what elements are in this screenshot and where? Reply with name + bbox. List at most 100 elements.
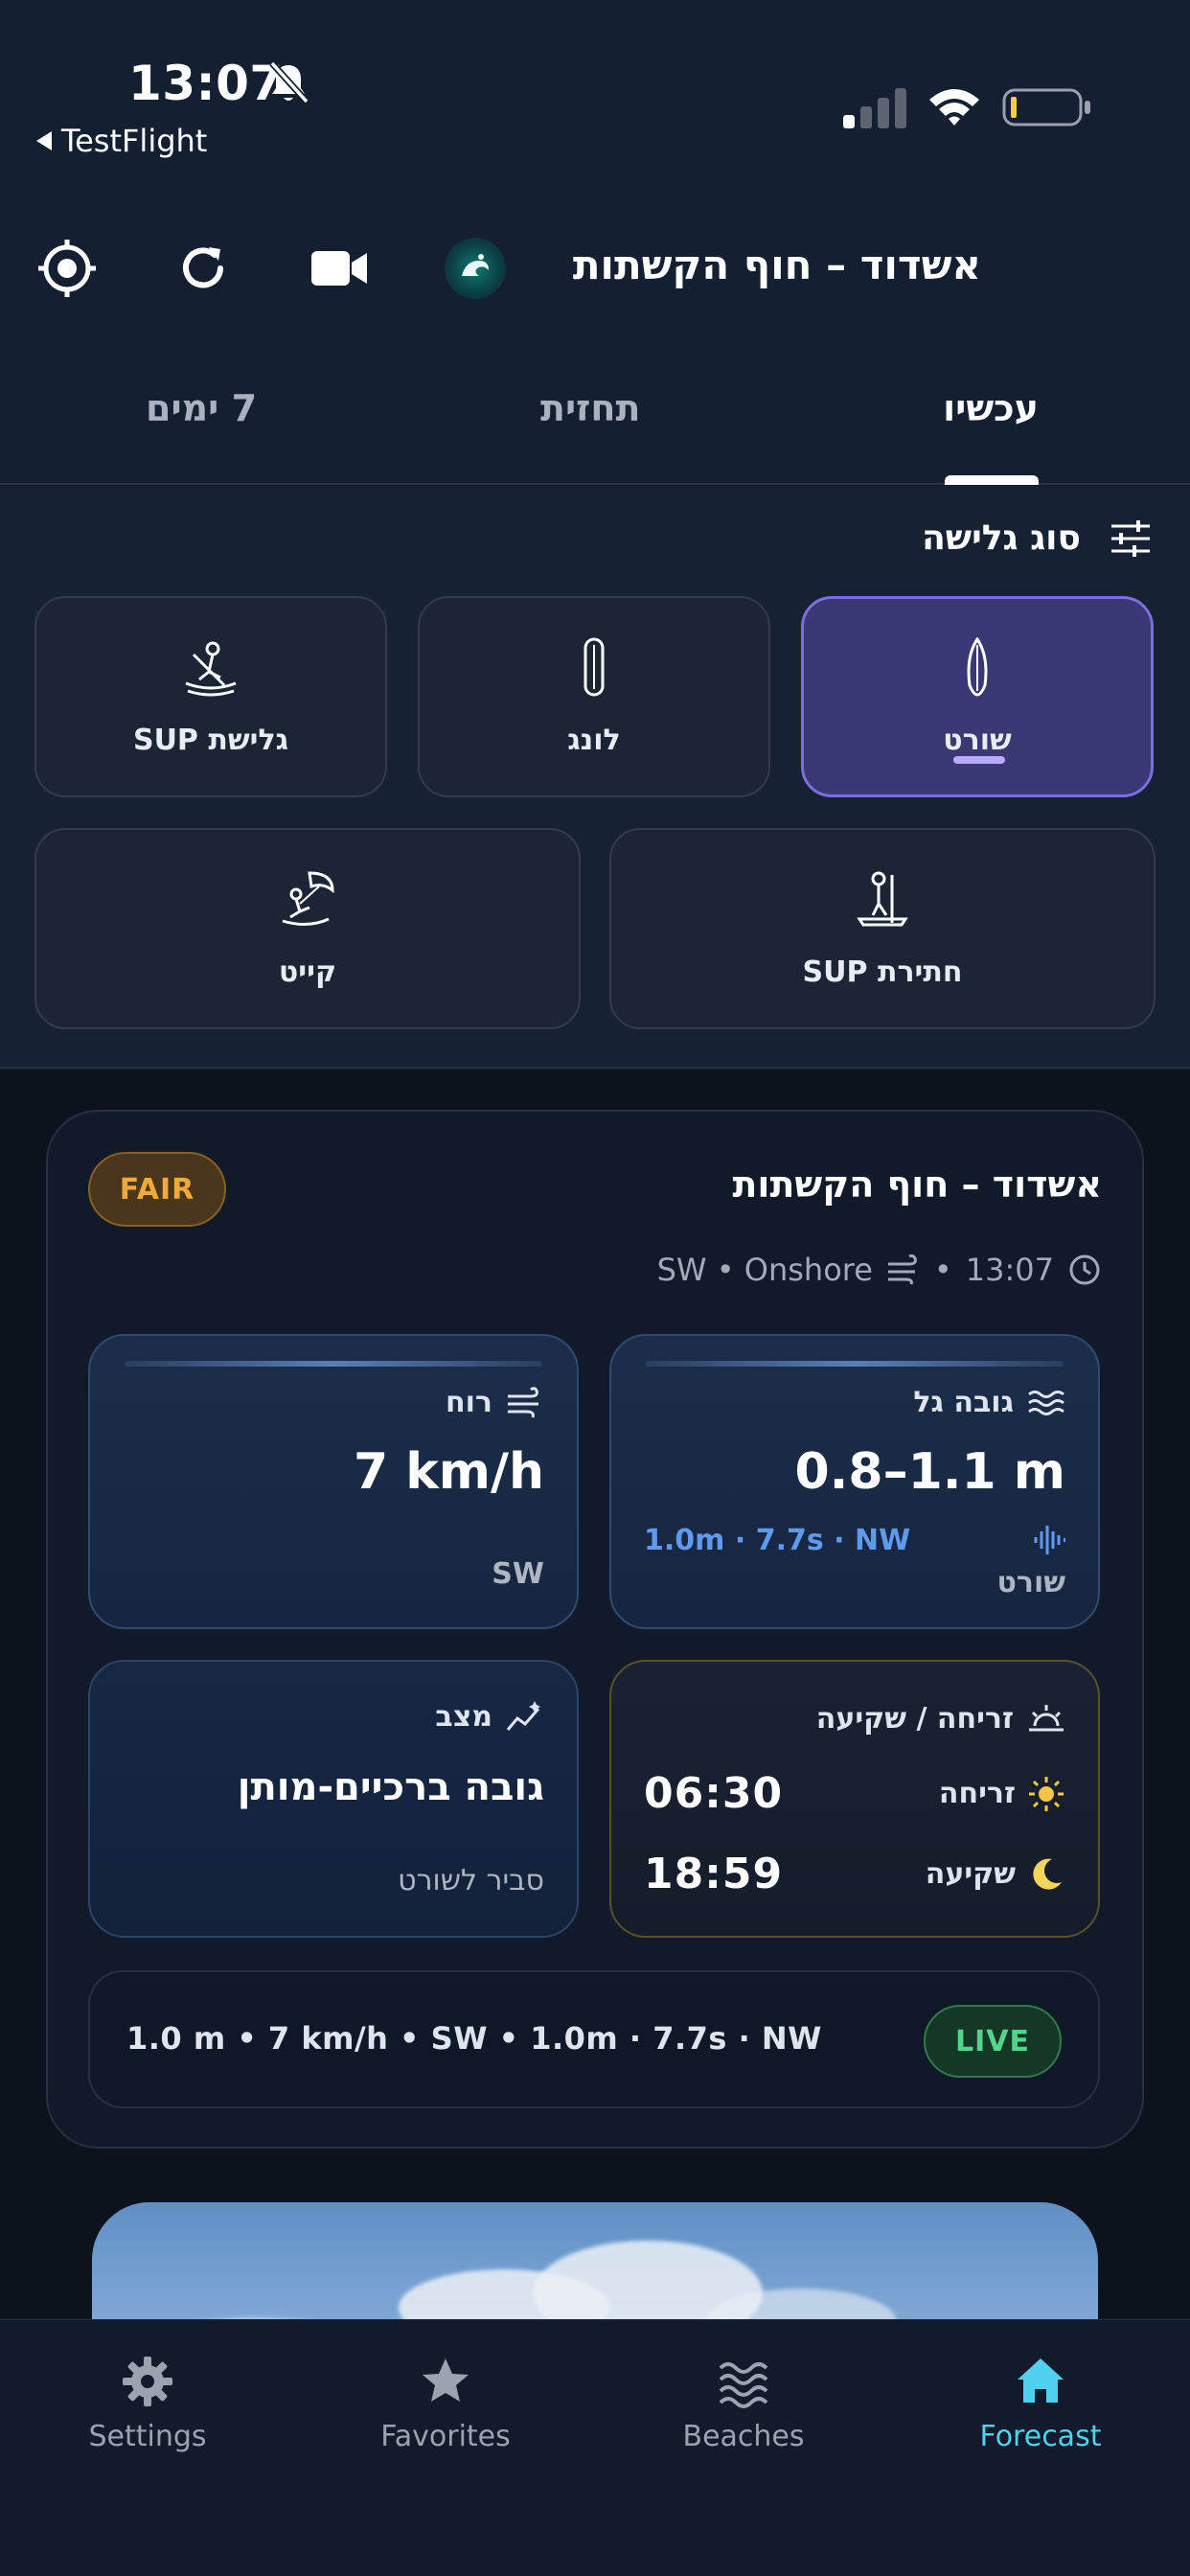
home-icon xyxy=(1018,2358,1064,2403)
surf-type-short[interactable]: שורט xyxy=(801,596,1154,797)
back-app-label: TestFlight xyxy=(61,123,208,159)
bell-off-icon xyxy=(269,60,309,104)
wind-direction: SW xyxy=(492,1557,544,1591)
card-accent-line xyxy=(646,1361,1064,1367)
sun-label: זריחה / שקיעה xyxy=(815,1702,1014,1736)
card-beach-name: אשדוד – חוף הקשתות xyxy=(732,1163,1102,1206)
card-accent-line xyxy=(125,1361,542,1367)
sunrise-sunset-card[interactable]: זריחה / שקיעה 06:30 זריחה 18:59 שקיעה xyxy=(609,1660,1100,1938)
live-badge: LIVE xyxy=(924,2005,1062,2078)
waves-icon xyxy=(719,2362,768,2408)
nav-forecast-label: Forecast xyxy=(979,2420,1102,2453)
back-arrow-icon xyxy=(36,131,52,150)
live-summary-bar[interactable]: 1.0 m • 7 km/h • SW • 1.0m · 7.7s · NW L… xyxy=(88,1970,1100,2108)
sun-header: זריחה / שקיעה xyxy=(816,1702,1065,1736)
selected-indicator xyxy=(953,756,1005,764)
sliders-icon[interactable] xyxy=(1110,519,1152,558)
surf-type-title: סוג גלישה xyxy=(922,518,1081,558)
nav-forecast[interactable]: Forecast xyxy=(926,2355,1156,2453)
nav-beaches[interactable]: Beaches xyxy=(629,2355,858,2453)
sunrise-time: 06:30 xyxy=(644,1769,784,1818)
surfer-wave-icon xyxy=(462,254,489,276)
updated-time: 13:07 xyxy=(965,1252,1054,1288)
gear-icon xyxy=(123,2357,172,2406)
back-to-testflight[interactable]: TestFlight xyxy=(36,123,207,159)
nav-favorites[interactable]: Favorites xyxy=(331,2355,561,2453)
app-root: 13:07 TestFlight אשדוד – חוף הקשתות עכשי… xyxy=(0,0,1190,2576)
wind-speed-value: 7 km/h xyxy=(353,1443,544,1501)
nav-favorites-label: Favorites xyxy=(380,2420,511,2453)
surf-type-long[interactable]: לונג xyxy=(418,596,770,797)
clock-icon xyxy=(1069,1254,1100,1285)
cellular-signal-icon xyxy=(843,88,906,128)
surf-type-kite[interactable]: קייט xyxy=(34,828,581,1029)
refresh-icon xyxy=(183,247,223,288)
separator-dot: • xyxy=(933,1252,952,1288)
waves-icon xyxy=(1028,1390,1064,1415)
conditions-meta: SW • Onshore • 13:07 xyxy=(657,1252,1102,1288)
longboard-icon xyxy=(584,637,605,696)
sunset-time: 18:59 xyxy=(644,1850,784,1898)
rating-badge: FAIR xyxy=(88,1152,226,1227)
camera-button[interactable] xyxy=(309,238,370,299)
state-note: סביר לשורט xyxy=(398,1864,544,1898)
kitesurfer-icon xyxy=(282,870,334,926)
state-label: מצב xyxy=(435,1700,492,1734)
sunset-label-group: שקיעה xyxy=(926,1855,1065,1894)
status-time: 13:07 xyxy=(128,56,284,111)
nav-settings[interactable]: Settings xyxy=(33,2355,263,2453)
bottom-navigation: Settings Favorites Beaches Forecast xyxy=(0,2319,1190,2576)
beach-title[interactable]: אשדוד – חוף הקשתות xyxy=(573,242,981,288)
wave-height-card[interactable]: גובה גל 0.8–1.1 m 1.0m · 7.7s · NW שורט xyxy=(609,1334,1100,1629)
shortboard-icon xyxy=(967,636,988,697)
wind-icon xyxy=(887,1254,917,1285)
sun-icon xyxy=(1029,1776,1064,1811)
state-value: גובה ברכיים-מותן xyxy=(237,1765,544,1809)
surf-type-sup-paddle[interactable]: חתירת SUP xyxy=(609,828,1156,1029)
sunset-row: 18:59 שקיעה xyxy=(644,1850,1065,1898)
conditions-state-card[interactable]: מצב גובה ברכיים-מותן סביר לשורט xyxy=(88,1660,579,1938)
battery-icon xyxy=(1002,88,1090,126)
state-header: מצב xyxy=(435,1700,544,1734)
locate-me-button[interactable] xyxy=(36,238,98,299)
surf-type-sup-surf[interactable]: גלישת SUP xyxy=(34,596,387,797)
trend-sparkle-icon xyxy=(506,1700,540,1731)
wind-card[interactable]: רוח 7 km/h SW xyxy=(88,1334,579,1629)
swell-waveform-icon xyxy=(1034,1526,1065,1554)
crosshair-icon xyxy=(38,240,96,297)
wave-height-header: גובה גל xyxy=(913,1386,1065,1419)
wave-height-value: 0.8–1.1 m xyxy=(794,1443,1065,1501)
tab-7-days[interactable]: 7 ימים xyxy=(146,387,257,429)
wind-label: רוח xyxy=(446,1386,492,1419)
sup-surfer-icon xyxy=(185,641,237,696)
view-tabs: עכשיו תחזית 7 ימים xyxy=(0,380,1190,485)
tab-now[interactable]: עכשיו xyxy=(943,387,1039,429)
sunrise-icon xyxy=(1029,1704,1064,1731)
swell-details: 1.0m · 7.7s · NW xyxy=(644,1524,911,1557)
sunset-label: שקיעה xyxy=(925,1857,1016,1891)
wave-height-label: גובה גל xyxy=(913,1386,1014,1419)
surf-type-long-label: לונג xyxy=(567,723,621,757)
surf-type-short-label: שורט xyxy=(943,723,1012,757)
video-camera-icon xyxy=(311,251,367,286)
beach-avatar[interactable] xyxy=(445,238,506,299)
surf-type-sup-surf-label: גלישת SUP xyxy=(132,723,289,757)
tab-forecast[interactable]: תחזית xyxy=(540,387,640,429)
nav-settings-label: Settings xyxy=(88,2420,207,2453)
surf-type-header: סוג גלישה xyxy=(922,518,1152,558)
wind-header: רוח xyxy=(446,1386,544,1419)
surf-type-sup-paddle-label: חתירת SUP xyxy=(802,954,963,989)
sunrise-label-group: זריחה xyxy=(939,1775,1065,1813)
wifi-icon xyxy=(929,89,979,126)
moon-icon xyxy=(1033,1858,1062,1890)
sup-paddler-icon xyxy=(857,871,908,926)
nav-beaches-label: Beaches xyxy=(682,2420,805,2453)
live-summary-text: 1.0 m • 7 km/h • SW • 1.0m · 7.7s · NW xyxy=(126,2020,822,2057)
wave-board-type: שורט xyxy=(996,1566,1065,1599)
star-icon xyxy=(423,2358,469,2402)
sunrise-label: זריחה xyxy=(938,1777,1016,1810)
refresh-button[interactable] xyxy=(172,238,234,299)
wind-icon xyxy=(508,1386,538,1417)
active-tab-indicator xyxy=(945,475,1039,485)
surf-type-kite-label: קייט xyxy=(278,954,337,989)
